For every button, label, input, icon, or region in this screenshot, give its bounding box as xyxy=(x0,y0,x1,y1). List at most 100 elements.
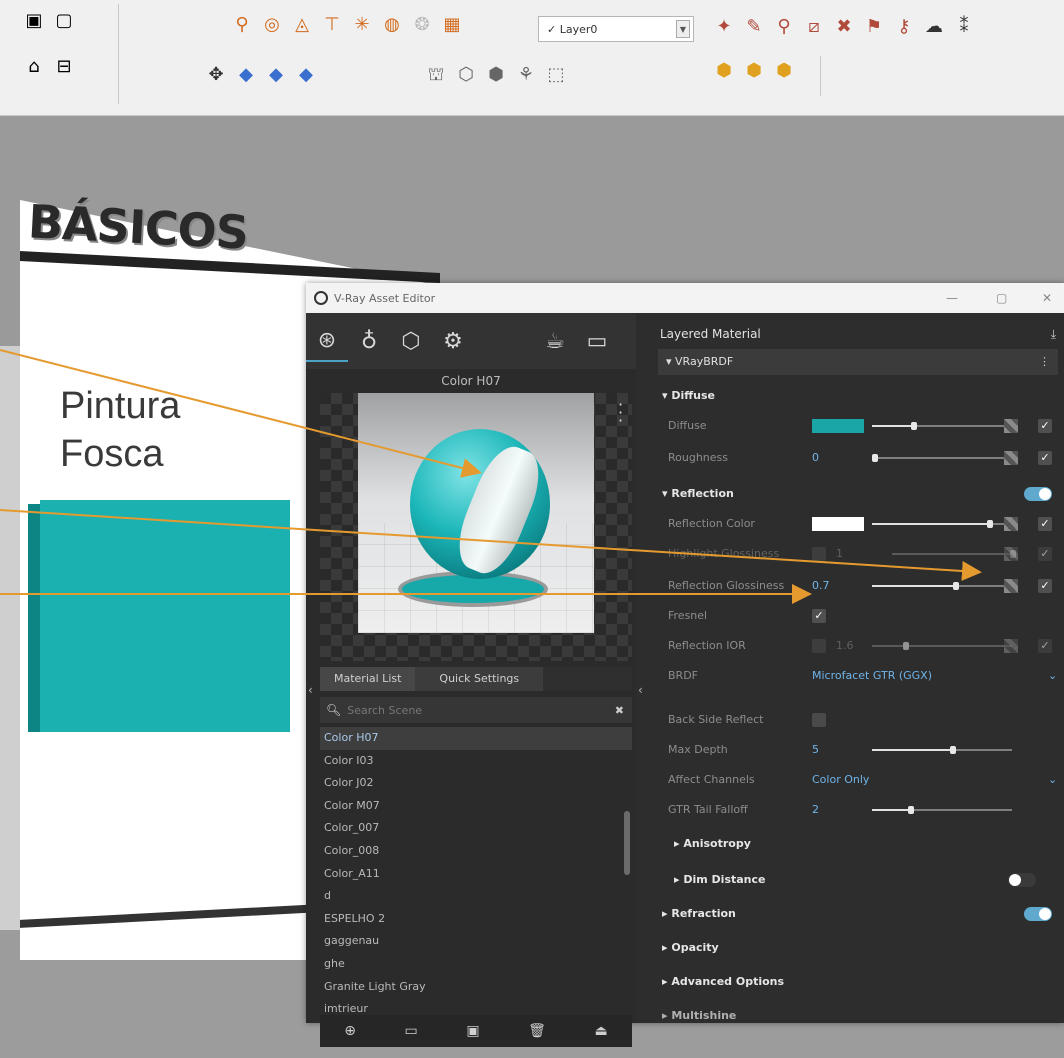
lights-icon[interactable]: ♁ xyxy=(348,320,390,362)
max-depth-value[interactable]: 5 xyxy=(812,743,819,756)
purge-icon[interactable]: ⏏ xyxy=(594,1023,607,1039)
fresnel-checkbox[interactable]: ✓ xyxy=(812,609,826,623)
settings-icon[interactable]: ⚙ xyxy=(432,320,474,362)
gtr-tail-falloff-value[interactable]: 2 xyxy=(812,803,819,816)
minimize-button[interactable]: — xyxy=(946,291,958,305)
section-reflection[interactable]: ▾ Reflection xyxy=(662,487,734,500)
magnify-icon[interactable]: ⚲ xyxy=(772,15,796,39)
material-list-item[interactable]: gaggenau xyxy=(320,930,632,953)
materials-icon[interactable]: ⊛ xyxy=(306,320,348,362)
collapse-left-icon[interactable]: ‹ xyxy=(308,683,313,697)
material-list-item[interactable]: Color H07 xyxy=(320,727,632,750)
move-icon[interactable]: ✥ xyxy=(204,63,228,87)
cube-view-icon[interactable]: ◆ xyxy=(264,63,288,87)
reflection-ior-value[interactable]: 1.6 xyxy=(836,639,854,652)
tray-icon[interactable]: ⊟ xyxy=(52,55,76,79)
reflection-toggle[interactable] xyxy=(1024,487,1052,501)
material-list-item[interactable]: ESPELHO 2 xyxy=(320,908,632,931)
box-icon[interactable]: ⬡ xyxy=(454,63,478,87)
ior-checkbox[interactable]: ✓ xyxy=(1038,639,1052,653)
gtr-tail-falloff-slider[interactable] xyxy=(872,806,1012,814)
section-multishine[interactable]: ▸ Multishine xyxy=(662,1009,736,1022)
material-list-item[interactable]: Color J02 xyxy=(320,772,632,795)
highlight-glossiness-slider[interactable] xyxy=(892,550,1016,558)
max-depth-slider[interactable] xyxy=(872,746,1012,754)
tee-icon[interactable]: ⊤ xyxy=(320,13,344,37)
material-list-item[interactable]: Color_008 xyxy=(320,840,632,863)
reflection-color-swatch[interactable] xyxy=(812,517,864,531)
eraser-icon[interactable]: ⬚ xyxy=(544,63,568,87)
kebab-menu-icon[interactable]: ⋮ xyxy=(1039,349,1050,375)
reflection-color-slider[interactable] xyxy=(872,520,1012,528)
circle-target-icon[interactable]: ◎ xyxy=(260,13,284,37)
dim-distance-toggle[interactable] xyxy=(1008,873,1036,887)
more-options-icon[interactable]: · · · xyxy=(618,397,623,429)
material-list-item[interactable]: d xyxy=(320,885,632,908)
material-list-item[interactable]: Color M07 xyxy=(320,795,632,818)
disc-icon[interactable]: ❂ xyxy=(410,13,434,37)
material-list-item[interactable]: Color_A11 xyxy=(320,863,632,886)
roughness-checkbox[interactable]: ✓ xyxy=(1038,451,1052,465)
material-list-item[interactable]: Color I03 xyxy=(320,750,632,773)
layer-select[interactable]: ✓ Layer0 ▼ xyxy=(538,16,694,42)
eye-icon[interactable]: ☁ xyxy=(922,15,946,39)
maximize-button[interactable]: ▢ xyxy=(996,291,1007,305)
section-diffuse[interactable]: ▾ Diffuse xyxy=(662,389,715,402)
geometry-icon[interactable]: ⬡ xyxy=(390,320,432,362)
footprints-icon[interactable]: ⁑ xyxy=(952,15,976,39)
texture-map-icon[interactable] xyxy=(1004,517,1018,531)
look-around-icon[interactable]: ⚷ xyxy=(892,15,916,39)
chevron-down-icon[interactable]: ⌄ xyxy=(1048,669,1057,682)
section-refraction[interactable]: ▸ Refraction xyxy=(662,907,736,920)
vray-cube-icon[interactable]: ⬢ xyxy=(772,59,796,83)
affect-channels-select[interactable]: Color Only xyxy=(812,773,869,786)
roughness-value[interactable]: 0 xyxy=(812,451,819,464)
frame-buffer-icon[interactable]: ▭ xyxy=(576,320,618,362)
cube-view-icon[interactable]: ◆ xyxy=(234,63,258,87)
refraction-toggle[interactable] xyxy=(1024,907,1052,921)
close-button[interactable]: ✕ xyxy=(1042,291,1052,305)
home-icon[interactable]: ⌂ xyxy=(22,55,46,79)
cube-view-icon[interactable]: ◆ xyxy=(294,63,318,87)
search-field[interactable]: 🔍︎ Search Scene ✖ xyxy=(320,697,632,723)
reflection-glossiness-value[interactable]: 0.7 xyxy=(812,579,830,592)
diffuse-checkbox[interactable]: ✓ xyxy=(1038,419,1052,433)
component-icon[interactable]: ▣ xyxy=(22,9,46,33)
teapot-render-icon[interactable]: ☕ xyxy=(534,320,576,362)
list-scrollbar[interactable] xyxy=(624,811,630,875)
texture-map-icon[interactable] xyxy=(1004,451,1018,465)
zoom-window-icon[interactable]: ⧄ xyxy=(802,15,826,39)
diffuse-slider[interactable] xyxy=(872,422,1012,430)
dome-icon[interactable]: ◍ xyxy=(380,13,404,37)
section-anisotropy[interactable]: ▸ Anisotropy xyxy=(674,837,751,850)
tab-material-list[interactable]: Material List xyxy=(320,667,416,691)
chevron-down-icon[interactable]: ▼ xyxy=(676,20,690,38)
texture-map-icon[interactable] xyxy=(1004,547,1018,561)
diffuse-color-swatch[interactable] xyxy=(812,419,864,433)
roughness-slider[interactable] xyxy=(872,454,1012,462)
clear-search-icon[interactable]: ✖ xyxy=(615,704,624,717)
material-list-item[interactable]: Color_007 xyxy=(320,817,632,840)
reflection-glossiness-checkbox[interactable]: ✓ xyxy=(1038,579,1052,593)
push-pin-icon[interactable]: ⚲ xyxy=(230,13,254,37)
position-camera-icon[interactable]: ⚑ xyxy=(862,15,886,39)
render-icon[interactable]: ⛫ xyxy=(424,63,448,87)
save-material-icon[interactable]: ⤓ xyxy=(1051,323,1056,345)
texture-map-icon[interactable] xyxy=(1004,579,1018,593)
back-side-reflect-checkbox[interactable] xyxy=(812,713,826,727)
texture-map-icon[interactable] xyxy=(1004,419,1018,433)
highlight-glossiness-value[interactable]: 1 xyxy=(836,547,843,560)
highlight-checkbox[interactable]: ✓ xyxy=(1038,547,1052,561)
chevron-down-icon[interactable]: ⌄ xyxy=(1048,773,1057,786)
highlight-lock-checkbox[interactable] xyxy=(812,547,826,561)
collapse-right-icon[interactable]: ‹ xyxy=(638,683,643,697)
walk-icon[interactable]: ✦ xyxy=(712,15,736,39)
open-folder-icon[interactable]: ▭ xyxy=(405,1023,418,1039)
material-list-item[interactable]: ghe xyxy=(320,953,632,976)
section-advanced-options[interactable]: ▸ Advanced Options xyxy=(662,975,784,988)
vray-cube-icon[interactable]: ⬢ xyxy=(712,59,736,83)
section-opacity[interactable]: ▸ Opacity xyxy=(662,941,719,954)
grid-icon[interactable]: ▦ xyxy=(440,13,464,37)
lock-icon[interactable]: ▢ xyxy=(52,9,76,33)
box-filled-icon[interactable]: ⬢ xyxy=(484,63,508,87)
